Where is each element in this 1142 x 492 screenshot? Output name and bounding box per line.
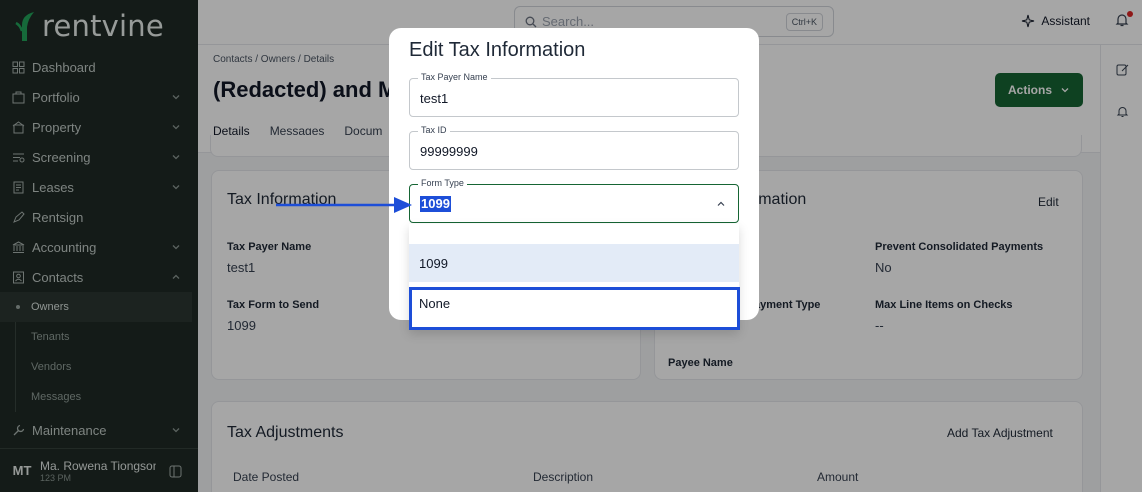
annotation-arrow-icon [276, 197, 412, 213]
form-type-option-1099[interactable]: 1099 [409, 244, 739, 282]
form-type-label: Form Type [418, 178, 467, 188]
form-type-select[interactable]: Form Type 1099 [409, 178, 739, 223]
tax-id-input[interactable] [410, 132, 738, 169]
modal-title: Edit Tax Information [409, 39, 586, 61]
highlight-box-annotation [409, 287, 740, 330]
tax-payer-name-field[interactable]: Tax Payer Name [409, 72, 739, 117]
form-type-value: 1099 [420, 196, 451, 212]
tax-id-field[interactable]: Tax ID [409, 125, 739, 170]
tax-payer-name-input[interactable] [410, 79, 738, 116]
chevron-up-icon[interactable] [716, 199, 726, 209]
